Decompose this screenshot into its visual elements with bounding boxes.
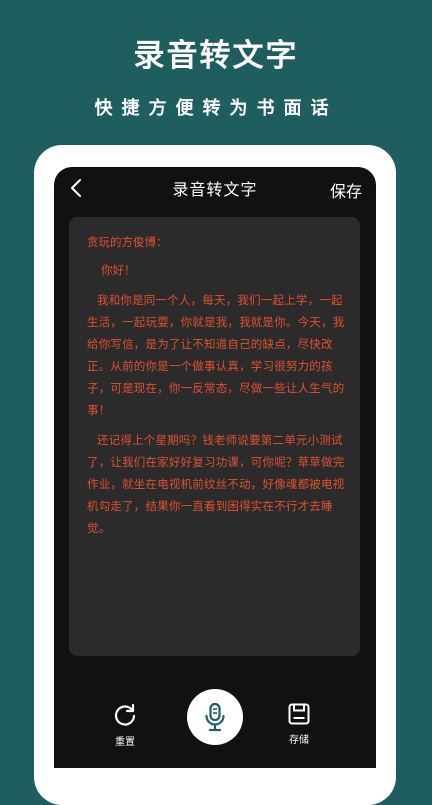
bottom-controls: 重置 存储	[54, 687, 376, 767]
reset-label: 重置	[115, 737, 135, 748]
nav-bar: 录音转文字 保存	[54, 167, 376, 209]
refresh-icon	[114, 703, 136, 726]
letter-greeting: 贪玩的方俊博：	[87, 235, 168, 249]
store-button[interactable]: 存储	[287, 702, 311, 746]
letter-salutation: 你好！	[101, 263, 136, 277]
promo-subtitle: 快捷方便转为书面话	[94, 98, 338, 119]
store-label: 存储	[289, 735, 309, 746]
microphone-icon	[205, 702, 225, 732]
transcript-card[interactable]: 贪玩的方俊博： 你好！ 我和你是同一个人，每天，我们一起上学，一起生活，一起玩耍…	[69, 217, 360, 656]
page-title: 录音转文字	[172, 180, 258, 199]
back-button[interactable]	[66, 177, 88, 199]
record-button[interactable]	[187, 689, 243, 745]
app-screen: 录音转文字 保存 贪玩的方俊博： 你好！ 我和你是同一个人，每天，我们一起上学，…	[54, 167, 376, 768]
save-disk-icon	[288, 703, 310, 725]
letter-paragraph: 我和你是同一个人，每天，我们一起上学，一起生活，一起玩耍，你就是我，我就是你。今…	[87, 293, 345, 417]
reset-button[interactable]: 重置	[112, 702, 138, 748]
promo-title: 录音转文字	[133, 38, 299, 74]
letter-paragraph: 还记得上个星期吗？钱老师说要第二单元小测试了，让我们在家好好复习功课，可你呢？草…	[87, 433, 345, 535]
chevron-left-icon	[71, 179, 81, 197]
save-button[interactable]: 保存	[330, 178, 362, 202]
